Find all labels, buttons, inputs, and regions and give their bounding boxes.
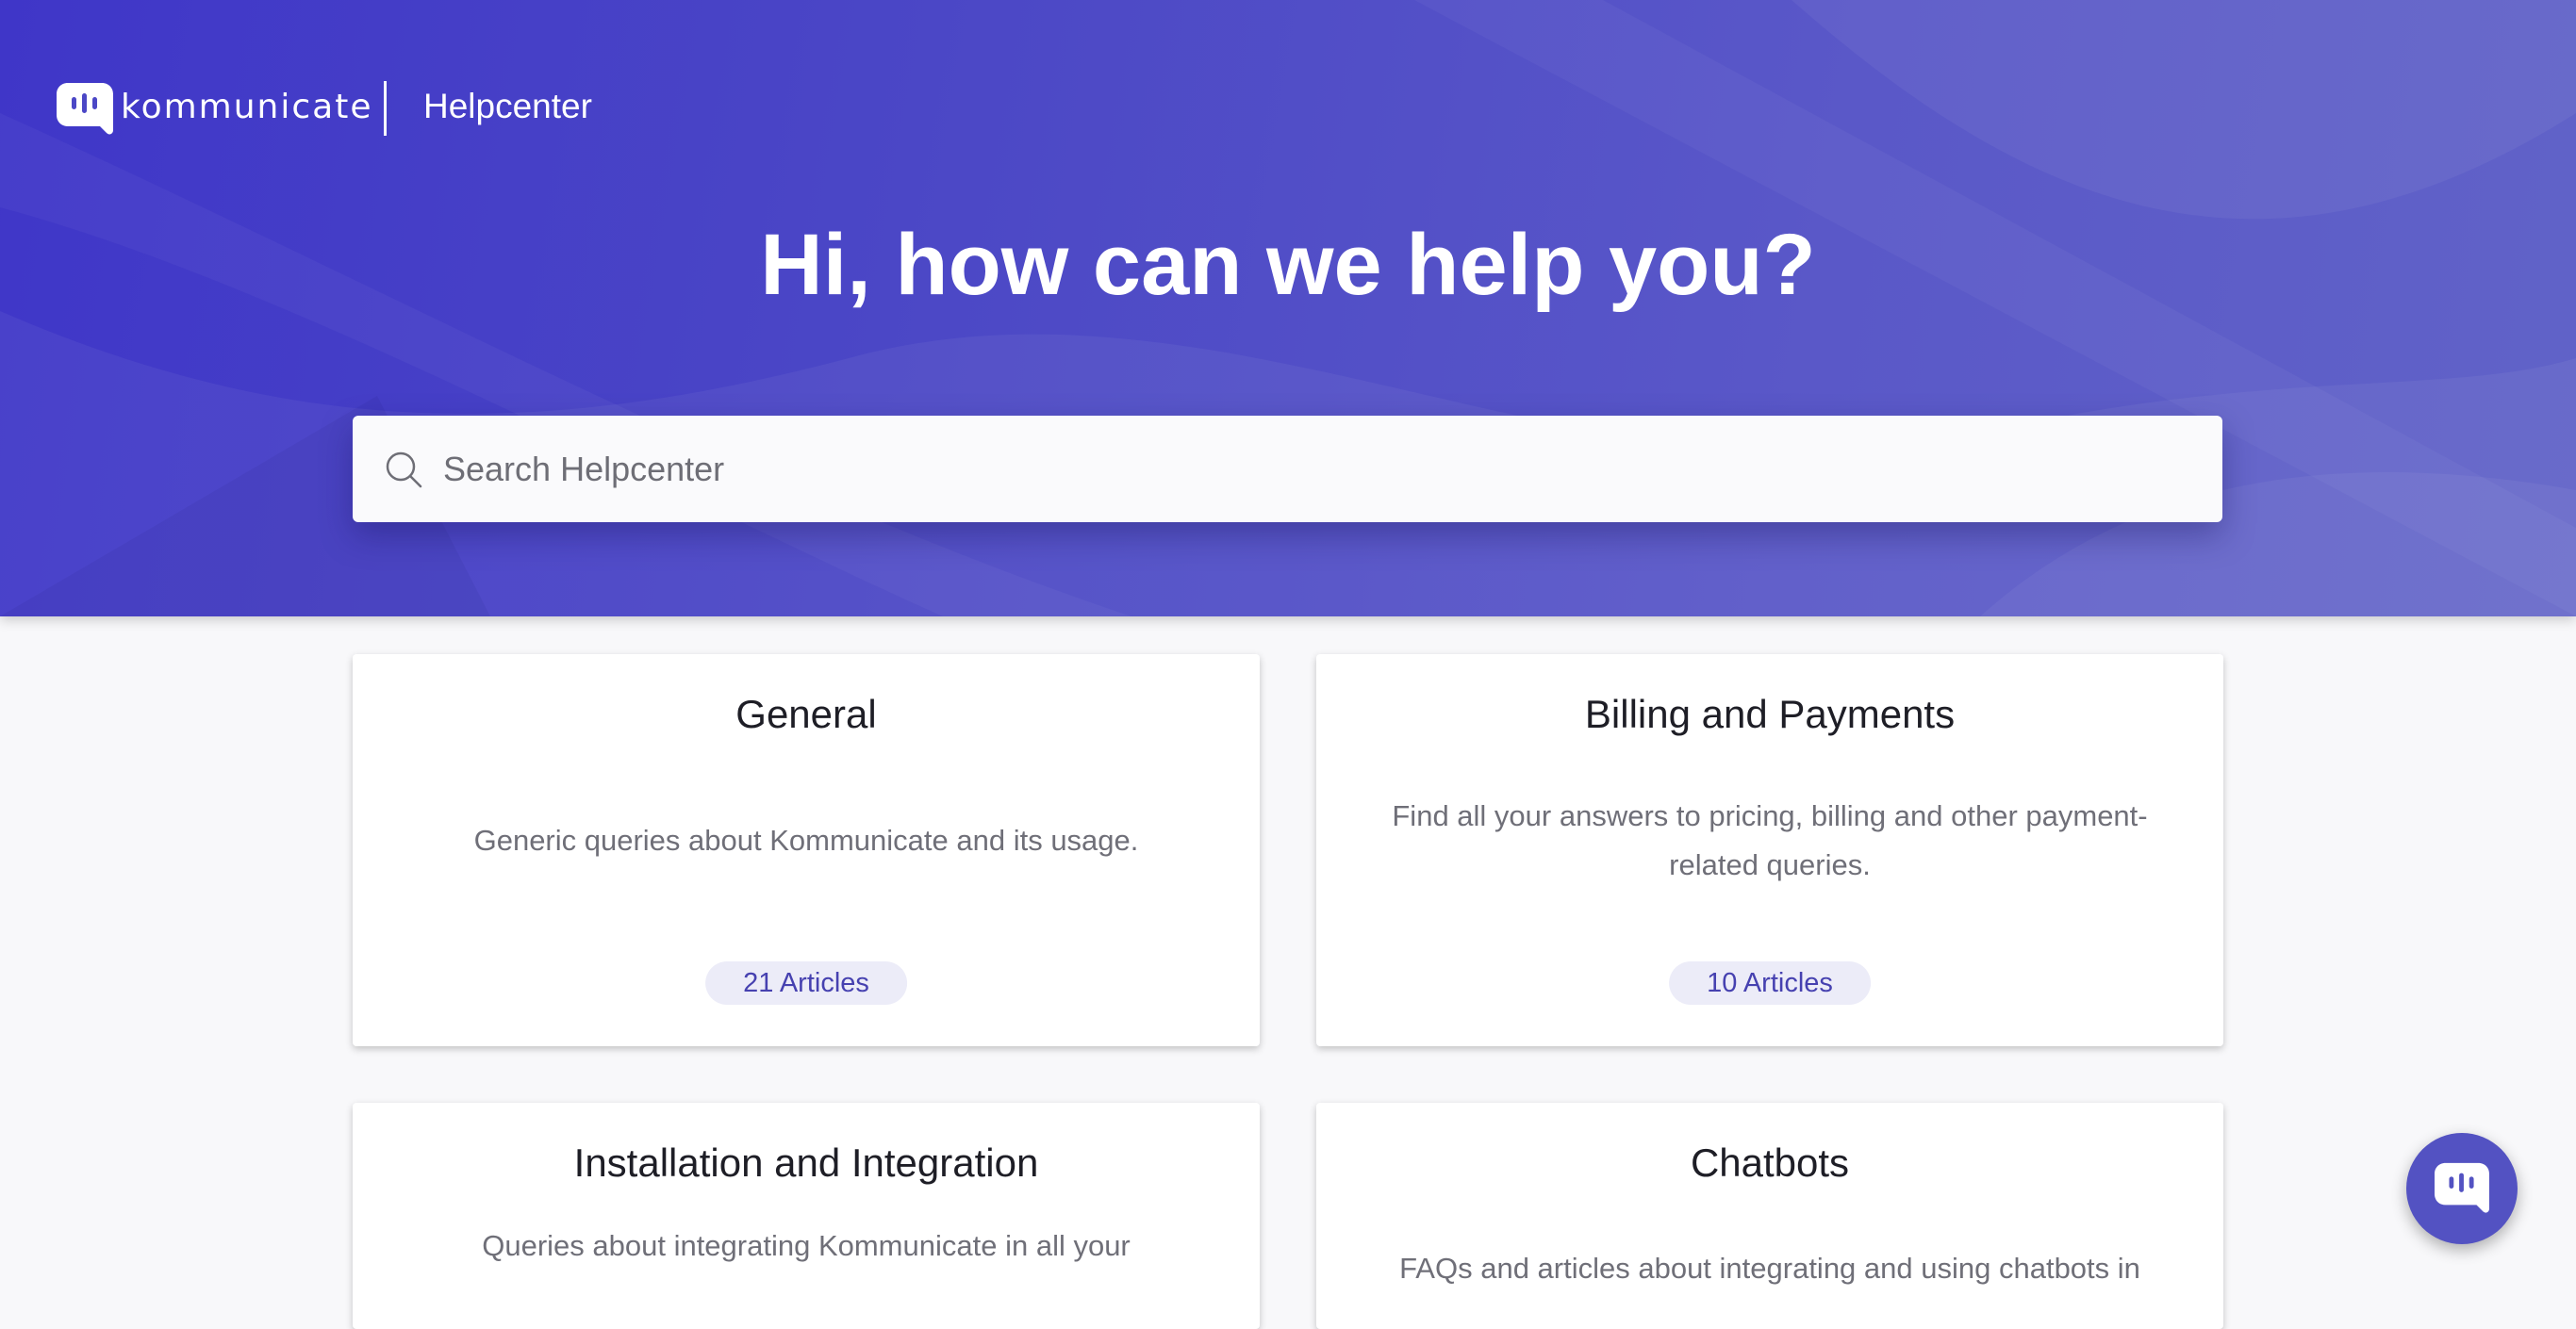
hero-banner: kommunicate Helpcenter Hi, how can we he… — [0, 0, 2576, 616]
category-title: Chatbots — [1690, 1140, 1850, 1185]
search-input[interactable] — [441, 448, 2142, 490]
category-description: FAQs and articles about integrating and … — [1399, 1252, 2140, 1285]
search-icon — [386, 451, 422, 487]
brand-logo[interactable]: kommunicate — [55, 81, 372, 138]
category-card-billing[interactable]: Billing and Payments Find all your answe… — [1316, 654, 2223, 1046]
hero-headline: Hi, how can we help you? — [760, 217, 1816, 313]
search-bar[interactable] — [353, 416, 2222, 522]
article-count-badge: 10 Articles — [1669, 961, 1871, 1005]
category-card-installation[interactable]: Installation and Integration Queries abo… — [353, 1103, 1260, 1329]
category-title: Installation and Integration — [573, 1140, 1039, 1185]
category-card-chatbots[interactable]: Chatbots FAQs and articles about integra… — [1316, 1103, 2223, 1329]
article-count-badge: 21 Articles — [705, 961, 907, 1005]
category-title: Billing and Payments — [1584, 692, 1956, 736]
category-card-general[interactable]: General Generic queries about Kommunicat… — [353, 654, 1260, 1046]
helpcenter-label[interactable]: Helpcenter — [423, 83, 592, 130]
brand-name: kommunicate — [121, 87, 373, 126]
category-description: Queries about integrating Kommunicate in… — [482, 1229, 1131, 1262]
category-title: General — [735, 692, 877, 736]
header-divider — [384, 81, 387, 136]
kommunicate-logo-icon — [57, 83, 113, 135]
category-description: Find all your answers to pricing, billin… — [1392, 799, 2148, 881]
category-description: Generic queries about Kommunicate and it… — [473, 824, 1139, 857]
chat-bubble-icon — [2435, 1162, 2489, 1213]
chat-launcher-button[interactable] — [2406, 1133, 2518, 1244]
